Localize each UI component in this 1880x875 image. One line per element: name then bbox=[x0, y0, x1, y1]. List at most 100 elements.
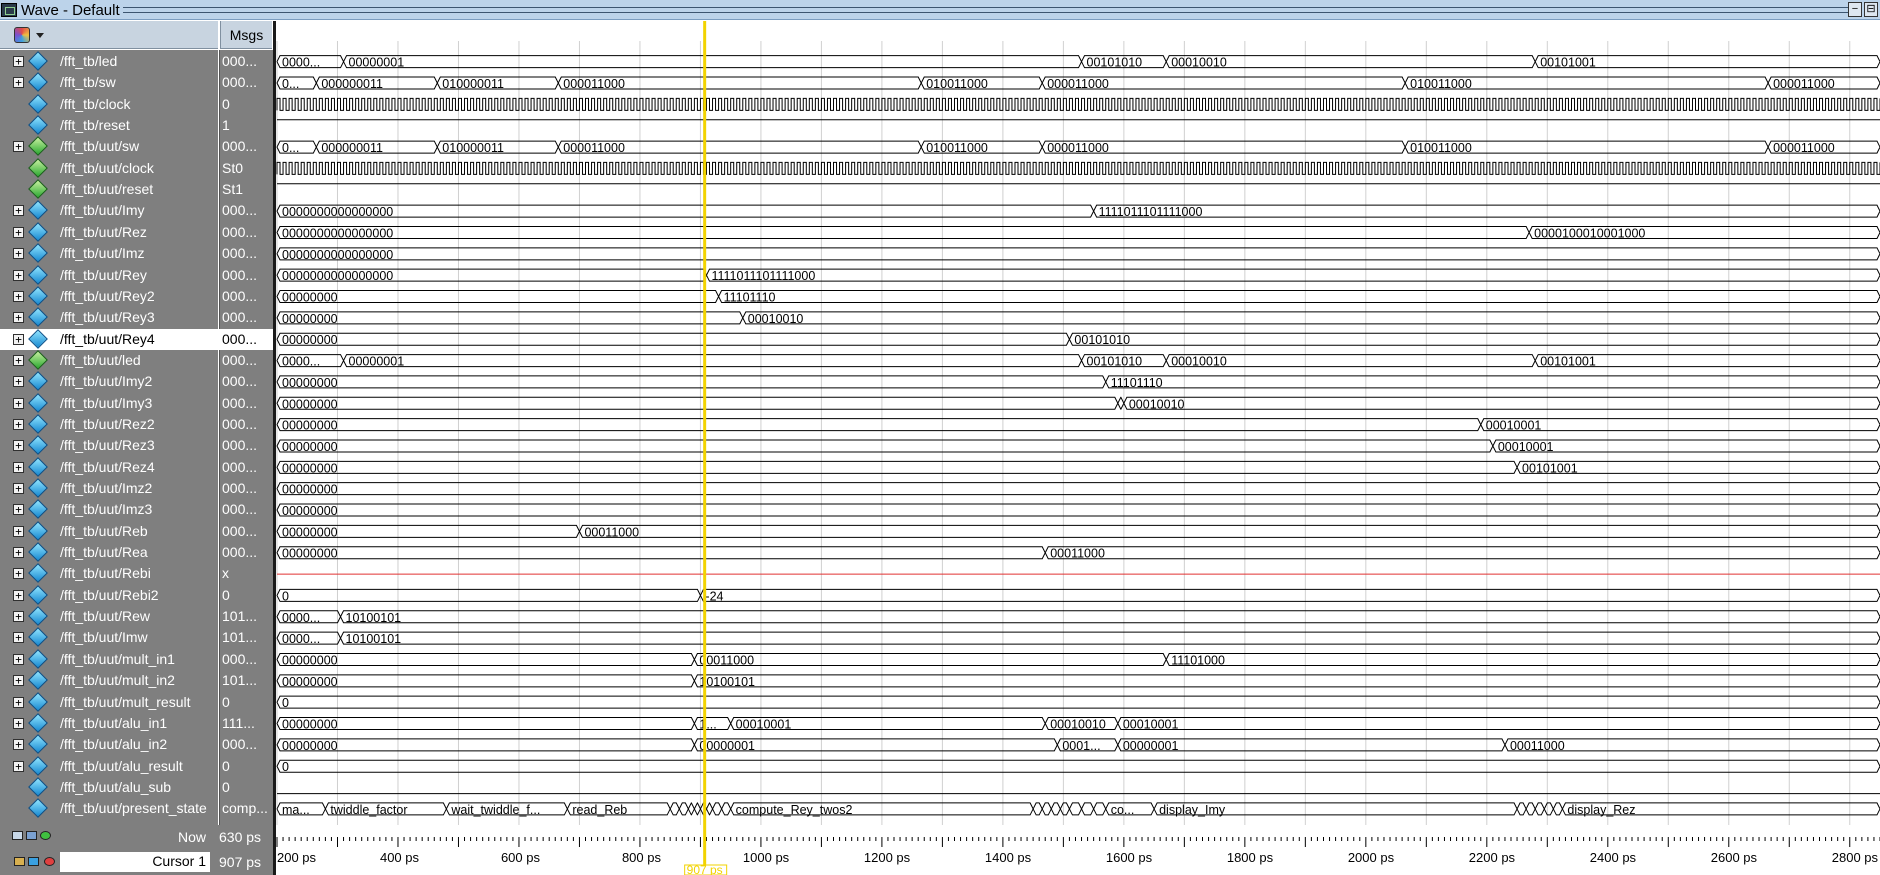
expand-icon[interactable]: + bbox=[13, 696, 24, 708]
timeline-canvas[interactable]: 200 ps 400 ps 600 ps 800 ps 1000 ps 1200 ps 14… bbox=[276, 825, 1880, 875]
signal-row[interactable]: + /fft_tb/uut/Rea 000... bbox=[0, 542, 273, 563]
signal-value: 0 bbox=[222, 778, 230, 795]
expand-icon[interactable]: + bbox=[13, 461, 24, 473]
signal-row[interactable]: + /fft_tb/uut/Imz2 000... bbox=[0, 478, 273, 499]
signal-row[interactable]: + /fft_tb/uut/Rey4 000... bbox=[0, 328, 273, 350]
signal-row[interactable]: + /fft_tb/uut/Imy3 000... bbox=[0, 392, 273, 414]
expand-icon[interactable]: + bbox=[13, 589, 24, 601]
signal-row[interactable]: /fft_tb/clock 0 bbox=[0, 93, 273, 115]
expand-icon[interactable]: + bbox=[13, 312, 24, 324]
signal-row[interactable]: + /fft_tb/uut/Rez4 000... bbox=[0, 456, 273, 478]
signal-row[interactable]: + /fft_tb/uut/Imy2 000... bbox=[0, 371, 273, 392]
signal-row[interactable]: + /fft_tb/led 000... bbox=[0, 51, 273, 72]
signal-row[interactable]: /fft_tb/uut/alu_sub 0 bbox=[0, 776, 273, 798]
waveform-area[interactable]: 0000... 00000001 00101010 00010010 00101001 0… bbox=[276, 21, 1880, 825]
expand-icon[interactable]: + bbox=[13, 269, 24, 281]
expand-icon[interactable]: + bbox=[13, 525, 24, 537]
expand-icon[interactable]: + bbox=[13, 397, 24, 409]
signal-value: 000... bbox=[222, 458, 258, 475]
signal-row[interactable]: /fft_tb/uut/reset St1 bbox=[0, 179, 273, 200]
bus-value: 000011000 bbox=[1047, 77, 1109, 91]
chevron-down-icon[interactable] bbox=[36, 33, 44, 38]
delete-cursor-icon[interactable] bbox=[44, 857, 55, 866]
expand-icon[interactable]: + bbox=[13, 56, 24, 67]
bus-value: 00000000 bbox=[282, 675, 338, 689]
timeline-ruler[interactable]: 200 ps 400 ps 600 ps 800 ps 1000 ps 1200 ps 14… bbox=[276, 825, 1880, 875]
signal-row[interactable]: + /fft_tb/uut/mult_in1 000... bbox=[0, 648, 273, 670]
signal-name: /fft_tb/uut/mult_in2 bbox=[60, 672, 175, 689]
signal-row[interactable]: + /fft_tb/uut/Rez2 000... bbox=[0, 414, 273, 435]
expand-icon[interactable]: + bbox=[13, 568, 24, 580]
undock-icon[interactable]: − bbox=[1848, 2, 1862, 17]
expand-icon[interactable]: + bbox=[13, 77, 24, 89]
signal-row[interactable]: + /fft_tb/uut/mult_in2 101... bbox=[0, 670, 273, 691]
signal-row[interactable]: + /fft_tb/uut/Rebi x bbox=[0, 563, 273, 584]
expand-icon[interactable]: + bbox=[13, 632, 24, 644]
signal-row[interactable]: + /fft_tb/uut/led 000... bbox=[0, 349, 273, 371]
expand-icon[interactable]: + bbox=[13, 205, 24, 217]
clock-wave bbox=[276, 161, 1880, 175]
signal-row[interactable]: + /fft_tb/uut/Imz3 000... bbox=[0, 499, 273, 520]
signal-row[interactable]: + /fft_tb/sw 000... bbox=[0, 72, 273, 93]
signal-row[interactable]: + /fft_tb/uut/Imz 000... bbox=[0, 243, 273, 264]
expand-icon[interactable]: + bbox=[13, 675, 24, 687]
expand-icon[interactable]: + bbox=[13, 483, 24, 494]
signal-row[interactable]: /fft_tb/reset 1 bbox=[0, 115, 273, 136]
expand-icon[interactable]: + bbox=[13, 739, 24, 751]
expand-icon[interactable]: + bbox=[13, 418, 24, 430]
close-window-icon[interactable]: ⊟ bbox=[1864, 2, 1878, 17]
titlebar-grip[interactable] bbox=[123, 7, 1848, 13]
expand-icon[interactable]: + bbox=[13, 653, 24, 665]
signal-value: 1 bbox=[222, 117, 230, 134]
cursor-settings-icon[interactable] bbox=[40, 831, 51, 840]
signal-row[interactable]: /fft_tb/uut/present_state comp... bbox=[0, 798, 273, 819]
signal-row[interactable]: + /fft_tb/uut/Rey2 000... bbox=[0, 285, 273, 307]
lock-icon[interactable] bbox=[14, 857, 25, 866]
add-cursor-icon[interactable] bbox=[26, 831, 37, 840]
bus-value: 00010010 bbox=[1171, 56, 1227, 70]
add-wave-icon[interactable] bbox=[14, 27, 30, 43]
bus-value: 00000000 bbox=[282, 397, 338, 411]
signal-row[interactable]: + /fft_tb/uut/alu_in1 111... bbox=[0, 712, 273, 734]
expand-icon[interactable]: + bbox=[13, 717, 24, 729]
pane-splitter[interactable] bbox=[273, 21, 276, 875]
bus-value: 1... bbox=[699, 718, 716, 732]
expand-icon[interactable]: + bbox=[13, 547, 24, 559]
signal-value: 000... bbox=[222, 415, 258, 432]
cursor-edit-icon[interactable] bbox=[28, 857, 39, 866]
expand-icon[interactable]: + bbox=[13, 333, 24, 345]
signal-row[interactable]: + /fft_tb/uut/Rez 000... bbox=[0, 221, 273, 243]
signal-row[interactable]: + /fft_tb/uut/alu_result 0 bbox=[0, 755, 273, 777]
expand-icon[interactable]: + bbox=[13, 354, 24, 366]
expand-icon[interactable]: + bbox=[13, 504, 24, 516]
signal-row[interactable]: + /fft_tb/uut/Rey 000... bbox=[0, 264, 273, 286]
waveform-canvas[interactable]: 0000... 00000001 00101010 00010010 001010010… bbox=[276, 21, 1880, 825]
signal-row[interactable]: + /fft_tb/uut/Imw 101... bbox=[0, 627, 273, 648]
expand-icon[interactable]: + bbox=[13, 611, 24, 623]
signal-name: /fft_tb/uut/Imw bbox=[60, 629, 148, 646]
expand-icon[interactable]: + bbox=[13, 248, 24, 260]
signal-row[interactable]: + /fft_tb/uut/Rew 101... bbox=[0, 606, 273, 627]
signal-row[interactable]: + /fft_tb/uut/alu_in2 000... bbox=[0, 734, 273, 755]
expand-icon[interactable]: + bbox=[13, 760, 24, 772]
expand-icon[interactable]: + bbox=[13, 141, 24, 153]
signal-row[interactable]: /fft_tb/uut/clock St0 bbox=[0, 157, 273, 179]
signal-row[interactable]: + /fft_tb/uut/Reb 000... bbox=[0, 520, 273, 542]
bus-value: 00011000 bbox=[584, 525, 639, 539]
signal-row[interactable]: + /fft_tb/uut/Rey3 000... bbox=[0, 307, 273, 328]
bus-value: 0000... bbox=[282, 355, 320, 369]
cursor-name-box[interactable]: Cursor 1 bbox=[60, 852, 210, 872]
signal-row[interactable]: + /fft_tb/uut/Imy 000... bbox=[0, 200, 273, 221]
signal-row[interactable]: + /fft_tb/uut/Rez3 000... bbox=[0, 435, 273, 456]
expand-icon[interactable]: + bbox=[13, 226, 24, 238]
signal-row[interactable]: + /fft_tb/uut/Rebi2 0 bbox=[0, 584, 273, 606]
signal-name: /fft_tb/led bbox=[60, 53, 118, 69]
signal-row[interactable]: + /fft_tb/uut/sw 000... bbox=[0, 136, 273, 157]
expand-icon[interactable]: + bbox=[13, 440, 24, 452]
expand-icon[interactable]: + bbox=[13, 290, 24, 302]
signal-row[interactable]: + /fft_tb/uut/mult_result 0 bbox=[0, 691, 273, 713]
expand-icon[interactable]: + bbox=[13, 376, 24, 388]
ruler-label: 2400 ps bbox=[1590, 850, 1637, 865]
bus-value: wait_twiddle_f... bbox=[450, 803, 540, 817]
bus-value: 00101001 bbox=[1540, 355, 1596, 369]
